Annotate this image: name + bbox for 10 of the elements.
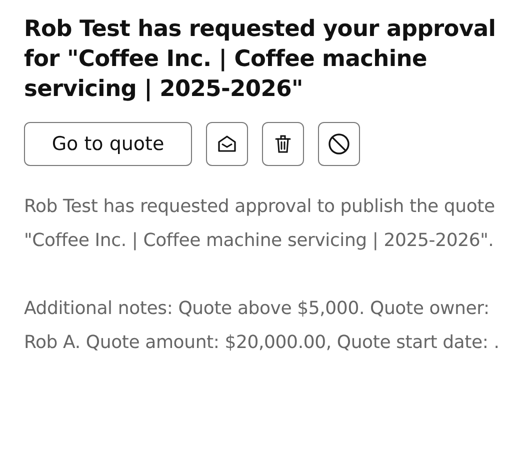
- open-envelope-icon: [217, 135, 237, 153]
- notification-title: Rob Test has requested your approval for "Coffee Inc. | Coffee machine servicing | 2025-2026": [24, 15, 497, 104]
- delete-button[interactable]: [262, 122, 304, 166]
- message-paragraph: Rob Test has requested approval to publish the quote "Coffee Inc. | Coffee machine servicing | 2025-2026".: [24, 195, 496, 253]
- message-paragraph: Additional notes: Quote above $5,000. Quote owner: Rob A. Quote amount: $20,000.00, Quote start date: .: [24, 297, 500, 355]
- reject-button[interactable]: [318, 122, 360, 166]
- trash-icon: [275, 134, 291, 154]
- mark-read-button[interactable]: [206, 122, 248, 166]
- go-to-quote-button[interactable]: Go to quote: [24, 122, 192, 166]
- block-icon: [328, 133, 350, 155]
